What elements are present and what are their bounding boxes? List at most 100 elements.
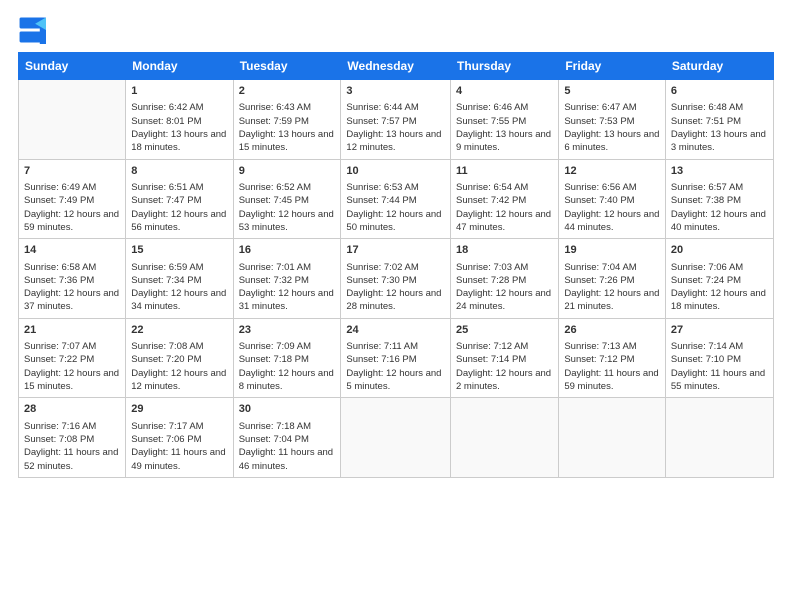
sunset-text: Sunset: 7:44 PM	[346, 194, 445, 207]
weekday-header-friday: Friday	[559, 53, 666, 80]
daylight-text: Daylight: 12 hours and 53 minutes.	[239, 208, 336, 235]
weekday-header-wednesday: Wednesday	[341, 53, 451, 80]
sunset-text: Sunset: 7:24 PM	[671, 274, 768, 287]
sunrise-text: Sunrise: 6:52 AM	[239, 181, 336, 194]
daylight-text: Daylight: 11 hours and 55 minutes.	[671, 367, 768, 394]
day-number: 30	[239, 402, 336, 417]
daylight-text: Daylight: 12 hours and 47 minutes.	[456, 208, 553, 235]
sunrise-text: Sunrise: 6:42 AM	[131, 101, 227, 114]
calendar-cell: 10 Sunrise: 6:53 AMSunset: 7:44 PMDayligh…	[341, 159, 451, 239]
sunrise-text: Sunrise: 6:44 AM	[346, 101, 445, 114]
calendar-cell: 30Sunrise: 7:18 AMSunset: 7:04 PMDayligh…	[233, 398, 341, 478]
calendar-cell: 12Sunrise: 6:56 AMSunset: 7:40 PMDayligh…	[559, 159, 666, 239]
calendar-cell: 4Sunrise: 6:46 AMSunset: 7:55 PMDaylight…	[451, 80, 559, 160]
sunset-text: Sunset: 7:12 PM	[564, 353, 660, 366]
day-number: 21	[24, 323, 120, 338]
calendar-cell: 7 Sunrise: 6:49 AMSunset: 7:49 PMDaylight…	[19, 159, 126, 239]
daylight-text: Daylight: 12 hours and 37 minutes.	[24, 287, 120, 314]
sunrise-text: Sunrise: 7:08 AM	[131, 340, 227, 353]
sunset-text: Sunset: 7:16 PM	[346, 353, 445, 366]
sunset-text: Sunset: 7:40 PM	[564, 194, 660, 207]
calendar-cell	[451, 398, 559, 478]
sunset-text: Sunset: 7:49 PM	[24, 194, 120, 207]
sunrise-text: Sunrise: 7:13 AM	[564, 340, 660, 353]
calendar-cell: 15Sunrise: 6:59 AMSunset: 7:34 PMDayligh…	[126, 239, 233, 319]
sunrise-text: Sunrise: 7:06 AM	[671, 261, 768, 274]
day-number: 10	[346, 164, 445, 179]
sunset-text: Sunset: 7:42 PM	[456, 194, 553, 207]
sunset-text: Sunset: 7:47 PM	[131, 194, 227, 207]
calendar-cell: 21 Sunrise: 7:07 AMSunset: 7:22 PMDayligh…	[19, 318, 126, 398]
day-number: 8	[131, 164, 227, 179]
daylight-text: Daylight: 12 hours and 15 minutes.	[24, 367, 120, 394]
daylight-text: Daylight: 12 hours and 40 minutes.	[671, 208, 768, 235]
day-number: 14	[24, 243, 120, 258]
sunrise-text: Sunrise: 6:48 AM	[671, 101, 768, 114]
daylight-text: Daylight: 12 hours and 24 minutes.	[456, 287, 553, 314]
calendar-cell: 29Sunrise: 7:17 AMSunset: 7:06 PMDayligh…	[126, 398, 233, 478]
day-number: 1	[131, 84, 227, 99]
day-number: 7	[24, 164, 120, 179]
weekday-header-saturday: Saturday	[665, 53, 773, 80]
daylight-text: Daylight: 12 hours and 50 minutes.	[346, 208, 445, 235]
daylight-text: Daylight: 13 hours and 6 minutes.	[564, 128, 660, 155]
calendar-cell: 13Sunrise: 6:57 AMSunset: 7:38 PMDayligh…	[665, 159, 773, 239]
sunset-text: Sunset: 7:06 PM	[131, 433, 227, 446]
daylight-text: Daylight: 12 hours and 56 minutes.	[131, 208, 227, 235]
weekday-header-sunday: Sunday	[19, 53, 126, 80]
daylight-text: Daylight: 13 hours and 3 minutes.	[671, 128, 768, 155]
day-number: 13	[671, 164, 768, 179]
sunrise-text: Sunrise: 7:14 AM	[671, 340, 768, 353]
daylight-text: Daylight: 11 hours and 46 minutes.	[239, 446, 336, 473]
sunrise-text: Sunrise: 6:59 AM	[131, 261, 227, 274]
sunrise-text: Sunrise: 6:58 AM	[24, 261, 120, 274]
calendar-cell: 17Sunrise: 7:02 AMSunset: 7:30 PMDayligh…	[341, 239, 451, 319]
calendar-cell: 28Sunrise: 7:16 AMSunset: 7:08 PMDayligh…	[19, 398, 126, 478]
sunset-text: Sunset: 7:28 PM	[456, 274, 553, 287]
sunset-text: Sunset: 7:53 PM	[564, 115, 660, 128]
day-number: 12	[564, 164, 660, 179]
day-number: 11	[456, 164, 553, 179]
calendar-cell: 20 Sunrise: 7:06 AMSunset: 7:24 PMDayligh…	[665, 239, 773, 319]
day-number: 15	[131, 243, 227, 258]
sunrise-text: Sunrise: 7:09 AM	[239, 340, 336, 353]
calendar-cell: 22Sunrise: 7:08 AMSunset: 7:20 PMDayligh…	[126, 318, 233, 398]
sunset-text: Sunset: 7:55 PM	[456, 115, 553, 128]
sunset-text: Sunset: 7:30 PM	[346, 274, 445, 287]
sunset-text: Sunset: 7:10 PM	[671, 353, 768, 366]
daylight-text: Daylight: 12 hours and 2 minutes.	[456, 367, 553, 394]
day-number: 27	[671, 323, 768, 338]
day-number: 4	[456, 84, 553, 99]
day-number: 20	[671, 243, 768, 258]
sunset-text: Sunset: 7:36 PM	[24, 274, 120, 287]
weekday-header-thursday: Thursday	[451, 53, 559, 80]
calendar-cell: 11Sunrise: 6:54 AMSunset: 7:42 PMDayligh…	[451, 159, 559, 239]
calendar-cell: 2Sunrise: 6:43 AMSunset: 7:59 PMDaylight…	[233, 80, 341, 160]
sunset-text: Sunset: 7:14 PM	[456, 353, 553, 366]
sunset-text: Sunset: 7:22 PM	[24, 353, 120, 366]
daylight-text: Daylight: 13 hours and 18 minutes.	[131, 128, 227, 155]
sunset-text: Sunset: 7:18 PM	[239, 353, 336, 366]
sunset-text: Sunset: 7:59 PM	[239, 115, 336, 128]
calendar-cell: 1Sunrise: 6:42 AMSunset: 8:01 PMDaylight…	[126, 80, 233, 160]
sunrise-text: Sunrise: 7:11 AM	[346, 340, 445, 353]
daylight-text: Daylight: 12 hours and 18 minutes.	[671, 287, 768, 314]
day-number: 29	[131, 402, 227, 417]
calendar-cell: 23Sunrise: 7:09 AMSunset: 7:18 PMDayligh…	[233, 318, 341, 398]
sunrise-text: Sunrise: 6:51 AM	[131, 181, 227, 194]
calendar-cell	[341, 398, 451, 478]
calendar-cell	[559, 398, 666, 478]
sunrise-text: Sunrise: 7:07 AM	[24, 340, 120, 353]
sunrise-text: Sunrise: 7:12 AM	[456, 340, 553, 353]
day-number: 24	[346, 323, 445, 338]
daylight-text: Daylight: 12 hours and 34 minutes.	[131, 287, 227, 314]
daylight-text: Daylight: 12 hours and 59 minutes.	[24, 208, 120, 235]
sunrise-text: Sunrise: 7:18 AM	[239, 420, 336, 433]
calendar-cell: 6Sunrise: 6:48 AMSunset: 7:51 PMDaylight…	[665, 80, 773, 160]
sunrise-text: Sunrise: 6:53 AM	[346, 181, 445, 194]
weekday-header-tuesday: Tuesday	[233, 53, 341, 80]
sunrise-text: Sunrise: 6:57 AM	[671, 181, 768, 194]
sunrise-text: Sunrise: 6:49 AM	[24, 181, 120, 194]
calendar-cell: 3Sunrise: 6:44 AMSunset: 7:57 PMDaylight…	[341, 80, 451, 160]
daylight-text: Daylight: 13 hours and 12 minutes.	[346, 128, 445, 155]
